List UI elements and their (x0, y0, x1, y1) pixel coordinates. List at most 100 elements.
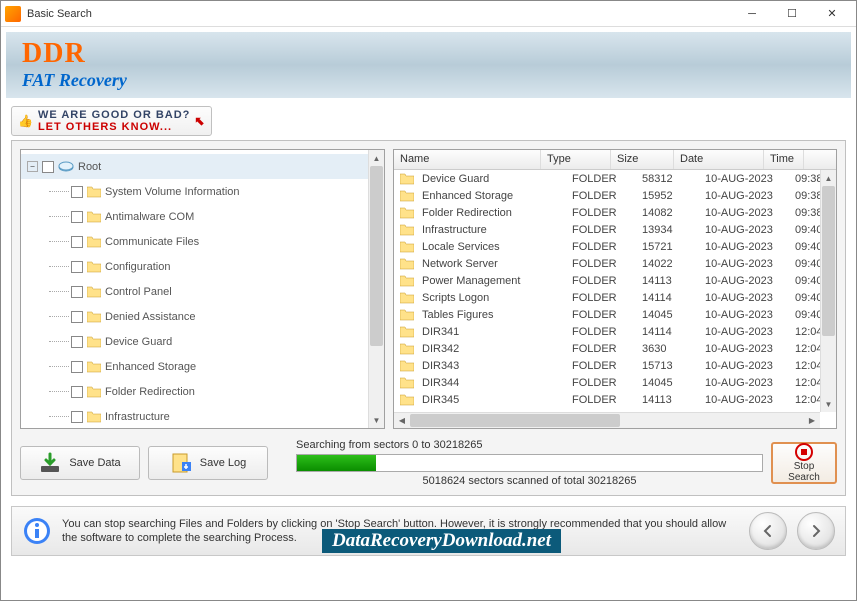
tree-item[interactable]: Device Guard (21, 329, 384, 354)
tree-item[interactable]: Configuration (21, 254, 384, 279)
cell-name: Folder Redirection (416, 207, 566, 219)
list-row[interactable]: Network ServerFOLDER1402210-AUG-202309:4… (394, 255, 836, 272)
save-log-button[interactable]: Save Log (148, 446, 268, 480)
folder-icon (400, 258, 414, 270)
tree-item[interactable]: Denied Assistance (21, 304, 384, 329)
col-size[interactable]: Size (611, 150, 674, 169)
checkbox[interactable] (71, 361, 83, 373)
list-hscrollbar[interactable]: ◀ ▶ (394, 412, 820, 428)
cursor-icon: ⬉ (194, 114, 205, 128)
folder-icon (87, 286, 101, 298)
checkbox[interactable] (71, 336, 83, 348)
col-type[interactable]: Type (541, 150, 611, 169)
checkbox[interactable] (71, 286, 83, 298)
cell-type: FOLDER (566, 377, 636, 389)
save-data-button[interactable]: Save Data (20, 446, 140, 480)
col-time[interactable]: Time (764, 150, 804, 169)
tree-item-label: Communicate Files (105, 236, 199, 248)
scroll-up-icon[interactable]: ▲ (369, 150, 384, 166)
scroll-thumb[interactable] (822, 186, 835, 336)
feedback-button[interactable]: 👍 WE ARE GOOD OR BAD? LET OTHERS KNOW...… (11, 106, 212, 136)
checkbox[interactable] (71, 236, 83, 248)
folder-icon (400, 377, 414, 389)
close-button[interactable]: ✕ (812, 2, 852, 26)
progress-fill (297, 455, 376, 471)
cell-date: 10-AUG-2023 (699, 360, 789, 372)
tree-item[interactable]: Communicate Files (21, 229, 384, 254)
cell-type: FOLDER (566, 190, 636, 202)
cell-size: 15952 (636, 190, 699, 202)
checkbox[interactable] (71, 211, 83, 223)
list-row[interactable]: DIR344FOLDER1404510-AUG-202312:04 (394, 374, 836, 391)
list-row[interactable]: DIR343FOLDER1571310-AUG-202312:04 (394, 357, 836, 374)
folder-icon (87, 186, 101, 198)
tree-scrollbar[interactable]: ▲ ▼ (368, 150, 384, 428)
scroll-right-icon[interactable]: ▶ (804, 413, 820, 428)
scroll-thumb[interactable] (410, 414, 620, 427)
cell-name: Infrastructure (416, 224, 566, 236)
list-vscrollbar[interactable]: ▲ ▼ (820, 170, 836, 412)
tree-item[interactable]: Antimalware COM (21, 204, 384, 229)
list-row[interactable]: Enhanced StorageFOLDER1595210-AUG-202309… (394, 187, 836, 204)
list-row[interactable]: Locale ServicesFOLDER1572110-AUG-202309:… (394, 238, 836, 255)
file-list-panel: Name Type Size Date Time Device GuardFOL… (393, 149, 837, 429)
cell-size: 58312 (636, 173, 699, 185)
cell-date: 10-AUG-2023 (699, 275, 789, 287)
folder-icon (400, 241, 414, 253)
col-name[interactable]: Name (394, 150, 541, 169)
cell-type: FOLDER (566, 360, 636, 372)
list-row[interactable]: Scripts LogonFOLDER1411410-AUG-202309:40 (394, 289, 836, 306)
folder-icon (400, 360, 414, 372)
tree-item[interactable]: Control Panel (21, 279, 384, 304)
nav-back-button[interactable] (749, 512, 787, 550)
save-data-icon (39, 452, 61, 474)
checkbox[interactable] (71, 311, 83, 323)
cell-size: 15721 (636, 241, 699, 253)
scroll-left-icon[interactable]: ◀ (394, 413, 410, 428)
nav-forward-button[interactable] (797, 512, 835, 550)
stop-search-button[interactable]: StopSearch (771, 442, 837, 484)
folder-icon (87, 361, 101, 373)
tree-item[interactable]: Enhanced Storage (21, 354, 384, 379)
cell-name: DIR342 (416, 343, 566, 355)
folder-icon (400, 275, 414, 287)
checkbox[interactable] (42, 161, 54, 173)
list-row[interactable]: DIR342FOLDER363010-AUG-202312:04 (394, 340, 836, 357)
list-row[interactable]: Folder RedirectionFOLDER1408210-AUG-2023… (394, 204, 836, 221)
list-row[interactable]: Tables FiguresFOLDER1404510-AUG-202309:4… (394, 306, 836, 323)
cell-date: 10-AUG-2023 (699, 207, 789, 219)
progress-bar (296, 454, 763, 472)
drive-icon (58, 160, 74, 174)
col-date[interactable]: Date (674, 150, 764, 169)
folder-icon (400, 309, 414, 321)
minimize-button[interactable]: ─ (732, 2, 772, 26)
tree-item[interactable]: Infrastructure (21, 404, 384, 429)
tree-item[interactable]: Folder Redirection (21, 379, 384, 404)
main-frame: −RootSystem Volume InformationAntimalwar… (11, 140, 846, 496)
checkbox[interactable] (71, 411, 83, 423)
list-row[interactable]: Device GuardFOLDER5831210-AUG-202309:38 (394, 170, 836, 187)
logo-subtitle: FAT Recovery (22, 70, 835, 91)
cell-name: Enhanced Storage (416, 190, 566, 202)
folder-icon (87, 411, 101, 423)
cell-size: 14045 (636, 309, 699, 321)
list-row[interactable]: Power ManagementFOLDER1411310-AUG-202309… (394, 272, 836, 289)
list-row[interactable]: DIR341FOLDER1411410-AUG-202312:04 (394, 323, 836, 340)
folder-icon (87, 336, 101, 348)
folder-icon (87, 261, 101, 273)
checkbox[interactable] (71, 261, 83, 273)
list-row[interactable]: DIR345FOLDER1411310-AUG-202312:04 (394, 391, 836, 408)
list-row[interactable]: InfrastructureFOLDER1393410-AUG-202309:4… (394, 221, 836, 238)
folder-icon (400, 326, 414, 338)
checkbox[interactable] (71, 186, 83, 198)
scroll-down-icon[interactable]: ▼ (369, 412, 384, 428)
maximize-button[interactable]: ☐ (772, 2, 812, 26)
stop-search-label: StopSearch (788, 461, 820, 483)
tree-item[interactable]: System Volume Information (21, 179, 384, 204)
checkbox[interactable] (71, 386, 83, 398)
scroll-down-icon[interactable]: ▼ (821, 396, 836, 412)
collapse-icon[interactable]: − (27, 161, 38, 172)
tree-root-item[interactable]: −Root (21, 154, 384, 179)
scroll-up-icon[interactable]: ▲ (821, 170, 836, 186)
scroll-thumb[interactable] (370, 166, 383, 346)
